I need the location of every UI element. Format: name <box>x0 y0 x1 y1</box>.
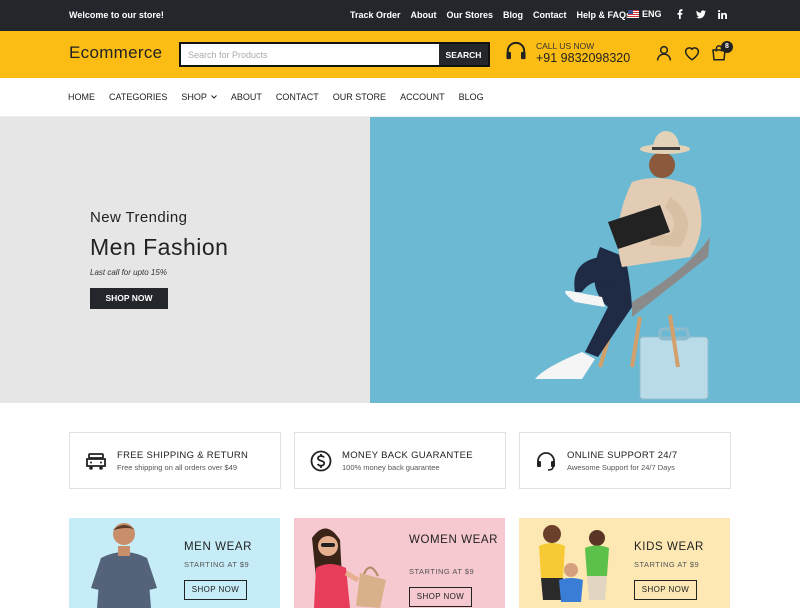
men-wear-image <box>91 523 157 608</box>
category-women-wear[interactable]: WOMEN WEAR STARTING AT $9 SHOP NOW <box>294 518 505 608</box>
nav-account[interactable]: ACCOUNT <box>400 92 445 102</box>
category-title: WOMEN WEAR <box>409 534 499 546</box>
nav-label: CONTACT <box>275 92 319 102</box>
hero-caption: Last call for upto 15% <box>90 268 167 277</box>
category-shop-now-button[interactable]: SHOP NOW <box>409 587 472 607</box>
hero-subtitle: New Trending <box>90 209 188 226</box>
nav-label: BLOG <box>458 92 484 102</box>
language-selector[interactable]: ENG <box>628 9 662 19</box>
truck-icon <box>84 449 108 473</box>
welcome-message: Welcome to our store! <box>69 10 164 20</box>
headset-icon <box>534 449 558 473</box>
nav-home[interactable]: HOME <box>68 92 95 102</box>
main-header: Ecommerce SEARCH CALL US NOW +91 9832098… <box>0 31 800 78</box>
category-subtitle: STARTING AT $9 <box>634 560 700 569</box>
hero-banner: New Trending Men Fashion Last call for u… <box>0 117 800 403</box>
headphones-icon <box>505 41 527 66</box>
call-number[interactable]: +91 9832098320 <box>536 51 630 66</box>
dollar-icon <box>309 449 333 473</box>
link-our-stores[interactable]: Our Stores <box>447 10 494 20</box>
nav-about[interactable]: ABOUT <box>231 92 262 102</box>
chevron-down-icon <box>211 95 217 99</box>
link-track-order[interactable]: Track Order <box>350 10 401 20</box>
feature-subtitle: Free shipping on all orders over $49 <box>117 463 238 472</box>
feature-title: MONEY BACK GUARANTEE <box>342 450 473 461</box>
category-title: MEN WEAR <box>184 541 253 553</box>
user-icon[interactable] <box>655 44 673 62</box>
category-shop-now-button[interactable]: SHOP NOW <box>184 580 247 600</box>
search-input[interactable] <box>181 44 439 65</box>
hero-image <box>370 117 800 403</box>
feature-money-back: MONEY BACK GUARANTEE 100% money back gua… <box>294 432 506 489</box>
site-logo[interactable]: Ecommerce <box>69 43 162 63</box>
category-men-wear[interactable]: MEN WEAR STARTING AT $9 SHOP NOW <box>69 518 280 608</box>
hero-text-panel: New Trending Men Fashion Last call for u… <box>0 117 370 403</box>
nav-shop[interactable]: SHOP <box>181 92 217 102</box>
top-links: Track Order About Our Stores Blog Contac… <box>350 10 641 20</box>
link-contact[interactable]: Contact <box>533 10 567 20</box>
category-subtitle: STARTING AT $9 <box>184 560 250 569</box>
heart-icon[interactable] <box>683 44 701 62</box>
hero-title: Men Fashion <box>90 234 229 260</box>
nav-label: ABOUT <box>230 92 262 102</box>
nav-label: OUR STORE <box>332 92 387 102</box>
category-shop-now-button[interactable]: SHOP NOW <box>634 580 697 600</box>
call-label: CALL US NOW <box>536 41 595 51</box>
category-subtitle: STARTING AT $9 <box>409 567 475 576</box>
feature-title: FREE SHIPPING & RETURN <box>117 450 249 461</box>
main-nav: HOME CATEGORIES SHOP ABOUT CONTACT OUR S… <box>0 78 800 117</box>
search-button[interactable]: SEARCH <box>439 44 488 65</box>
nav-label: SHOP <box>181 92 207 102</box>
nav-our-store[interactable]: OUR STORE <box>333 92 386 102</box>
nav-label: CATEGORIES <box>109 92 168 102</box>
feature-title: ONLINE SUPPORT 24/7 <box>567 450 678 461</box>
twitter-icon[interactable] <box>695 8 707 20</box>
feature-subtitle: Awesome Support for 24/7 Days <box>567 463 675 472</box>
cart-count-badge: 8 <box>721 41 733 53</box>
search-bar: SEARCH <box>179 42 490 67</box>
category-kids-wear[interactable]: KIDS WEAR STARTING AT $9 SHOP NOW <box>519 518 730 608</box>
nav-contact[interactable]: CONTACT <box>276 92 319 102</box>
facebook-icon[interactable] <box>674 8 686 20</box>
feature-subtitle: 100% money back guarantee <box>342 463 440 472</box>
linkedin-icon[interactable] <box>716 8 728 20</box>
feature-free-shipping: FREE SHIPPING & RETURN Free shipping on … <box>69 432 281 489</box>
top-bar: Welcome to our store! Track Order About … <box>0 0 800 31</box>
feature-online-support: ONLINE SUPPORT 24/7 Awesome Support for … <box>519 432 731 489</box>
call-us: CALL US NOW +91 9832098320 <box>505 41 630 66</box>
nav-blog[interactable]: BLOG <box>459 92 484 102</box>
link-blog[interactable]: Blog <box>503 10 523 20</box>
us-flag-icon <box>628 10 639 18</box>
nav-categories[interactable]: CATEGORIES <box>109 92 167 102</box>
nav-label: ACCOUNT <box>400 92 445 102</box>
link-about[interactable]: About <box>411 10 437 20</box>
link-help-faqs[interactable]: Help & FAQs <box>577 10 632 20</box>
kids-wear-image <box>539 525 609 602</box>
nav-label: HOME <box>68 92 95 102</box>
category-title: KIDS WEAR <box>634 541 704 553</box>
hero-shop-now-button[interactable]: SHOP NOW <box>90 288 168 309</box>
women-wear-image <box>312 528 386 608</box>
language-label: ENG <box>642 9 662 19</box>
